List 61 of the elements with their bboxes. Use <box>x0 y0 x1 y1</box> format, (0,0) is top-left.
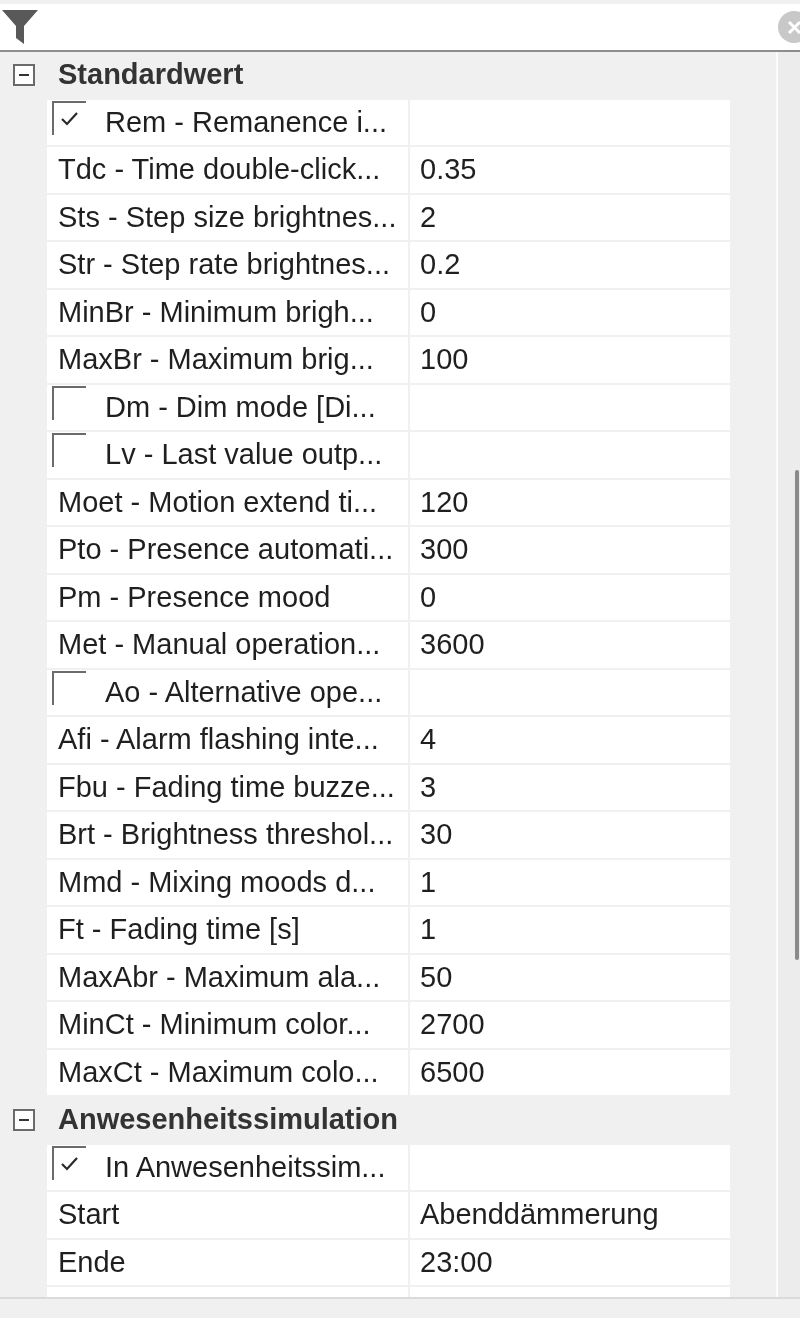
property-name[interactable]: Start <box>47 1192 408 1238</box>
checkbox[interactable] <box>52 1145 86 1180</box>
property-value[interactable]: 3600 <box>410 622 730 668</box>
filter-icon[interactable] <box>2 10 38 44</box>
property-name[interactable]: Fbu - Fading time buzze... <box>47 764 408 810</box>
property-value[interactable]: 3 <box>410 764 730 810</box>
property-name: Ao - Alternative ope... <box>105 674 383 710</box>
property-name[interactable]: MinBr - Minimum brigh... <box>47 289 408 335</box>
property-name[interactable]: Pto - Presence automati... <box>47 527 408 573</box>
property-name[interactable]: Ft - Fading time [s] <box>47 907 408 953</box>
property-name[interactable]: Str - Step rate brightnes... <box>47 242 408 288</box>
property-name[interactable]: Brt - Brightness threshol... <box>47 812 408 858</box>
property-value[interactable]: 1 <box>410 907 730 953</box>
property-cell[interactable]: In Anwesenheitssim... <box>47 1144 408 1190</box>
property-cell[interactable]: Lv - Last value outp... <box>47 432 408 478</box>
property-value[interactable]: 300 <box>410 527 730 573</box>
checkbox[interactable] <box>52 385 86 420</box>
property-name[interactable]: Moet - Motion extend ti... <box>47 479 408 525</box>
property-value[interactable]: Abenddämmerung <box>410 1192 730 1238</box>
property-value[interactable]: 100 <box>410 337 730 383</box>
checkbox[interactable] <box>52 433 86 467</box>
filter-field[interactable] <box>0 4 800 52</box>
scrollbar-thumb[interactable] <box>795 470 799 960</box>
property-name: Rem - Remanence i... <box>105 104 388 140</box>
property-cell[interactable]: Ao - Alternative ope... <box>47 669 408 715</box>
group-title: Anwesenheitssimulation <box>57 1102 398 1137</box>
property-name[interactable]: Pm - Presence mood <box>47 574 408 620</box>
property-name: Lv - Last value outp... <box>105 437 383 472</box>
property-value[interactable]: 120 <box>410 479 730 525</box>
property-name[interactable]: Mmd - Mixing moods d... <box>47 859 408 905</box>
property-value[interactable]: 6500 <box>410 1049 730 1095</box>
property-name[interactable]: Tdc - Time double-click... <box>47 147 408 193</box>
property-value[interactable]: 50 <box>410 954 730 1000</box>
checkbox[interactable] <box>52 670 86 705</box>
property-name[interactable]: Ende <box>47 1239 408 1285</box>
property-name[interactable]: Sts - Step size brightnes... <box>47 194 408 240</box>
property-value[interactable]: 0 <box>410 289 730 335</box>
collapse-icon[interactable] <box>13 1108 35 1131</box>
property-value[interactable]: 2 <box>410 194 730 240</box>
property-value[interactable]: 0 <box>410 574 730 620</box>
property-name[interactable]: MaxBr - Maximum brig... <box>47 337 408 383</box>
property-value[interactable]: 0.2 <box>410 242 730 288</box>
property-value[interactable]: 23:00 <box>410 1239 730 1285</box>
property-name[interactable]: MinCt - Minimum color... <box>47 1002 408 1048</box>
property-cell[interactable]: Rem - Remanence i... <box>47 99 408 145</box>
collapse-icon[interactable] <box>13 63 35 86</box>
property-name[interactable]: MaxAbr - Maximum ala... <box>47 954 408 1000</box>
scrollbar[interactable] <box>778 52 800 1297</box>
property-value[interactable]: 4 <box>410 717 730 763</box>
property-name[interactable]: Met - Manual operation... <box>47 622 408 668</box>
group-title: Standardwert <box>57 57 244 92</box>
property-cell[interactable]: Dm - Dim mode [Di... <box>47 384 408 430</box>
property-value[interactable]: 2700 <box>410 1002 730 1048</box>
property-name: Dm - Dim mode [Di... <box>105 389 376 425</box>
property-name[interactable]: MaxCt - Maximum colo... <box>47 1049 408 1095</box>
property-value[interactable]: 0.35 <box>410 147 730 193</box>
property-name: In Anwesenheitssim... <box>105 1149 386 1185</box>
property-value[interactable]: 30 <box>410 812 730 858</box>
property-name[interactable]: Afi - Alarm flashing inte... <box>47 717 408 763</box>
checkbox[interactable] <box>52 100 86 135</box>
property-value[interactable]: 1 <box>410 859 730 905</box>
